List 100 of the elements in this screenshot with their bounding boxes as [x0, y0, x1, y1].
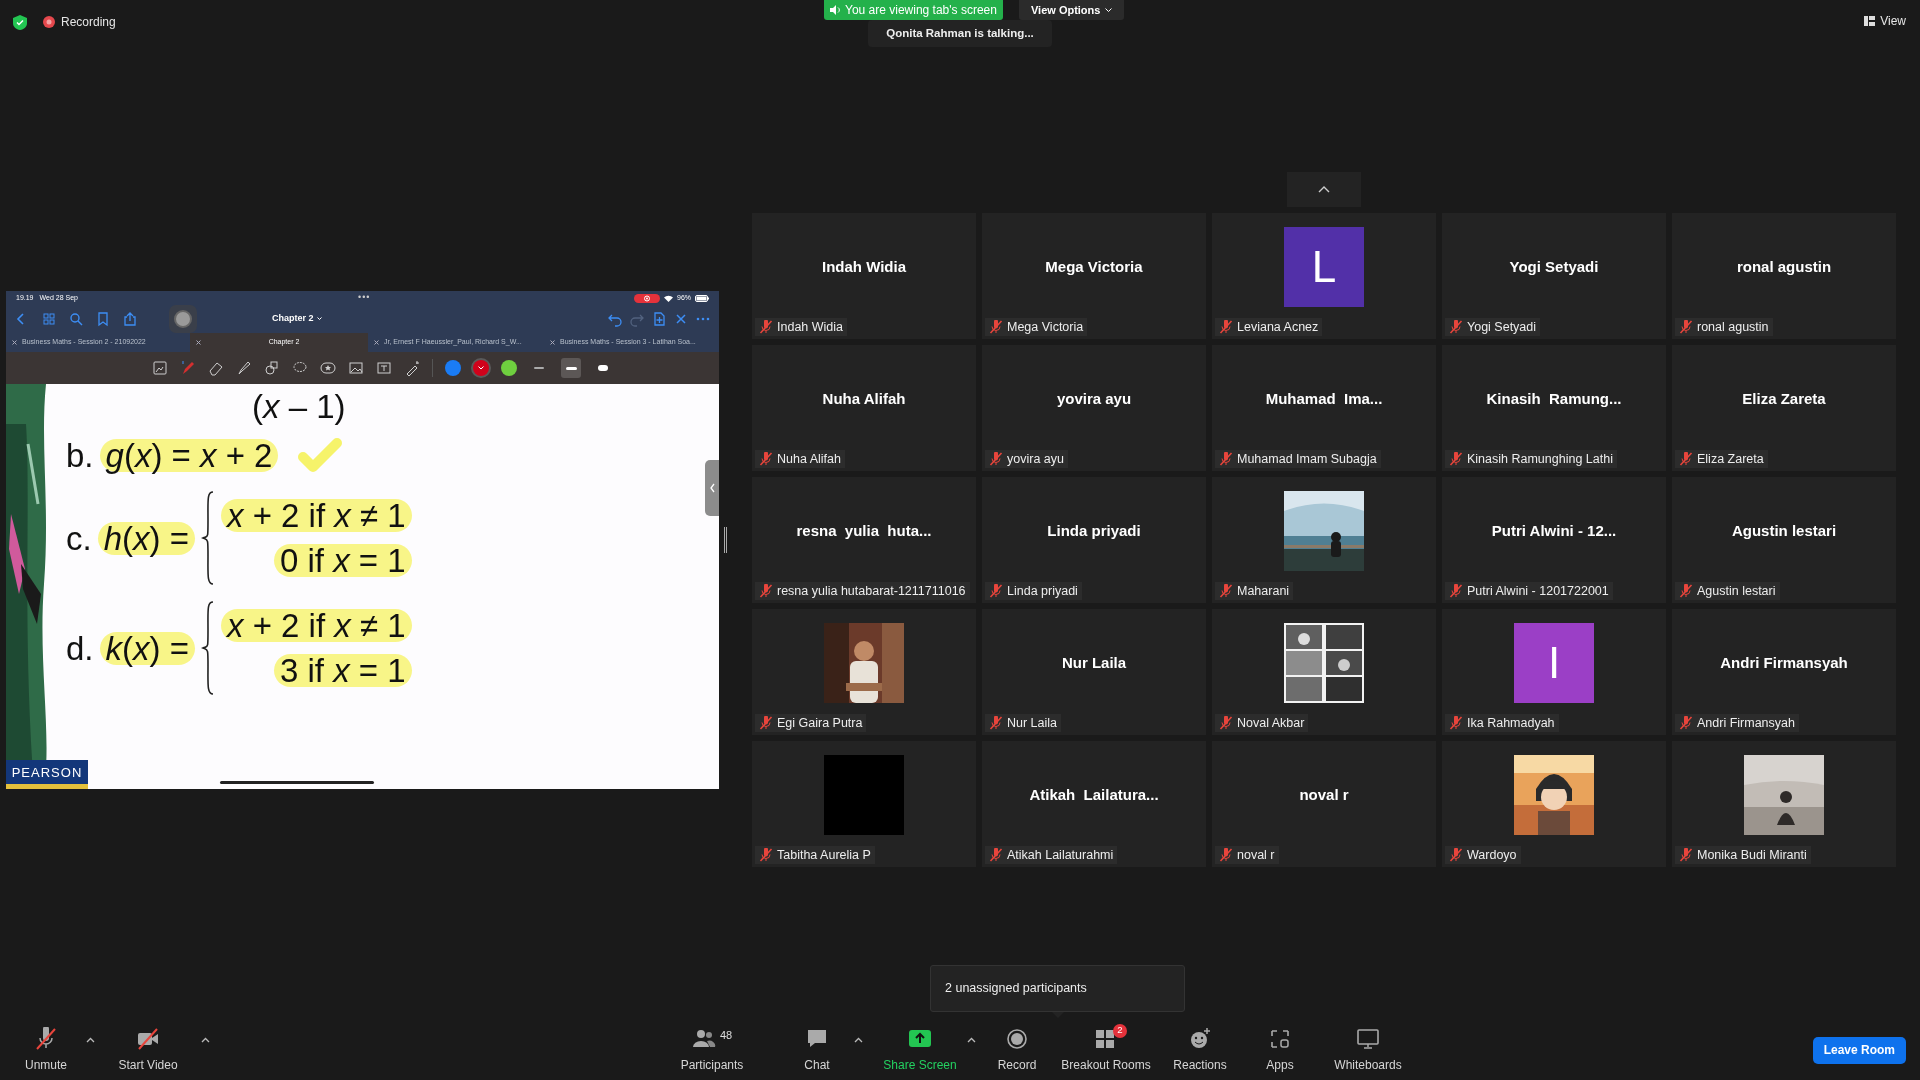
close-icon[interactable] — [196, 340, 201, 345]
close-icon[interactable] — [374, 340, 379, 345]
shapes-icon[interactable] — [264, 360, 280, 376]
sidebar-handle[interactable] — [705, 460, 719, 516]
participant-name: Kinasih Ramung... — [1486, 388, 1622, 409]
participant-name: yovira ayu — [1056, 388, 1132, 409]
video-tile[interactable]: Maharani — [1212, 477, 1436, 603]
toolbar-button[interactable]: Unmute — [10, 1025, 82, 1075]
toolbar-button[interactable]: Whiteboards — [1322, 1025, 1414, 1075]
view-layout-icon — [1864, 16, 1876, 26]
close-icon[interactable] — [550, 340, 555, 345]
name-label: Eliza Zareta — [1675, 450, 1768, 468]
name-label: Muhamad Imam Subagja — [1215, 450, 1381, 468]
toolbar-button[interactable]: Start Video — [99, 1025, 197, 1075]
toolbar-button[interactable]: Record — [986, 1025, 1048, 1075]
document-title[interactable]: Chapter 2 — [272, 312, 322, 326]
video-tile[interactable]: I Ika Rahmadyah — [1442, 609, 1666, 735]
participant-count: 48 — [719, 1027, 733, 1043]
toolbar-button[interactable]: Apps — [1252, 1025, 1308, 1075]
caret-icon — [1105, 7, 1113, 13]
video-tile[interactable]: ronal agustin ronal agustin — [1672, 213, 1896, 339]
text-box-icon[interactable] — [376, 360, 392, 376]
toolbar-button[interactable]: 48 Participants — [664, 1025, 760, 1075]
line-width-option[interactable] — [561, 358, 581, 378]
video-tile[interactable]: Nuha Alifah Nuha Alifah — [752, 345, 976, 471]
recording-label: Recording — [61, 14, 116, 31]
add-page-icon[interactable] — [651, 311, 667, 327]
video-tile[interactable]: Putri Alwini - 12... Putri Alwini - 1201722001 — [1442, 477, 1666, 603]
participant-name: Atikah Lailatura... — [1029, 784, 1159, 805]
participant-name: Yogi Setyadi — [1509, 256, 1599, 277]
image-icon[interactable] — [348, 360, 364, 376]
video-tile[interactable]: Noval Akbar — [1212, 609, 1436, 735]
toolbar-button[interactable]: Chat — [784, 1025, 850, 1075]
caret-icon[interactable] — [86, 1037, 95, 1043]
sticker-icon[interactable] — [320, 360, 336, 376]
shield-icon — [13, 14, 27, 30]
participant-name: ronal agustin — [1736, 256, 1832, 277]
recording-dot-icon — [43, 16, 55, 28]
video-camera-icon — [136, 1026, 160, 1051]
laser-pointer-icon[interactable] — [404, 360, 420, 376]
bookmark-icon[interactable] — [95, 311, 111, 327]
video-tile[interactable]: yovira ayu yovira ayu — [982, 345, 1206, 471]
math-expression: g(x) = x + 2 — [99, 438, 279, 472]
splitter-handle[interactable] — [724, 527, 727, 553]
video-tile[interactable]: Kinasih Ramung... Kinasih Ramunghing Lathi — [1442, 345, 1666, 471]
video-tile[interactable]: L Leviana Acnez — [1212, 213, 1436, 339]
video-tile[interactable]: Eliza Zareta Eliza Zareta — [1672, 345, 1896, 471]
toolbar-button[interactable]: Share Screen — [877, 1025, 963, 1075]
lasso-image-icon[interactable] — [152, 360, 168, 376]
view-button[interactable]: View — [1864, 12, 1906, 30]
caret-icon[interactable] — [967, 1037, 976, 1043]
pen-color-swatch[interactable] — [445, 360, 461, 376]
video-tile[interactable]: Tabitha Aurelia P — [752, 741, 976, 867]
participant-name: Agustin lestari — [1731, 520, 1837, 541]
video-tile[interactable]: Egi Gaira Putra — [752, 609, 976, 735]
video-tile[interactable]: Atikah Lailatura... Atikah Lailaturahmi — [982, 741, 1206, 867]
math-case: 0 if x = 1 — [273, 544, 412, 577]
pen-color-swatch[interactable] — [473, 360, 489, 376]
pen-color-swatch[interactable] — [501, 360, 517, 376]
battery-icon — [695, 294, 709, 302]
pen-icon[interactable] — [180, 360, 196, 376]
name-label: Maharani — [1215, 582, 1294, 600]
toolbar-button[interactable]: Reactions — [1164, 1025, 1236, 1075]
name-label: Putri Alwini - 1201722001 — [1445, 582, 1613, 600]
leave-room-button[interactable]: Leave Room — [1812, 1036, 1906, 1064]
participant-name: Linda priyadi — [1047, 520, 1141, 541]
video-tile[interactable]: noval r noval r — [1212, 741, 1436, 867]
caret-icon[interactable] — [854, 1037, 863, 1043]
video-tile[interactable]: Mega Victoria Mega Victoria — [982, 213, 1206, 339]
video-tile[interactable]: Yogi Setyadi Yogi Setyadi — [1442, 213, 1666, 339]
caret-icon[interactable] — [201, 1037, 210, 1043]
participant-name: Nuha Alifah — [822, 388, 906, 409]
participant-name: noval r — [1299, 784, 1349, 805]
highlighter-icon[interactable] — [236, 360, 252, 376]
assistive-touch-icon[interactable] — [169, 305, 197, 333]
grid-icon[interactable] — [41, 311, 57, 327]
toolbar-button[interactable]: 2 Breakout Rooms — [1052, 1025, 1160, 1075]
wifi-icon — [664, 294, 673, 302]
video-tile[interactable]: Nur Laila Nur Laila — [982, 609, 1206, 735]
video-tile[interactable]: Agustin lestari Agustin lestari — [1672, 477, 1896, 603]
name-label: Indah Widia — [755, 318, 847, 336]
publisher-logo: PEARSON — [6, 760, 88, 789]
search-icon[interactable] — [68, 311, 84, 327]
participant-name: Mega Victoria — [1045, 256, 1143, 277]
view-options-button[interactable]: View Options — [1018, 0, 1125, 20]
video-tile[interactable]: Muhamad Ima... Muhamad Imam Subagja — [1212, 345, 1436, 471]
name-label: noval r — [1215, 846, 1279, 864]
item-label: b. — [66, 438, 94, 472]
video-tile[interactable]: Monika Budi Miranti — [1672, 741, 1896, 867]
close-icon[interactable] — [12, 340, 17, 345]
math-case: 3 if x = 1 — [273, 654, 412, 687]
video-tile[interactable]: Andri Firmansyah Andri Firmansyah — [1672, 609, 1896, 735]
video-tile[interactable]: Wardoyo — [1442, 741, 1666, 867]
video-tile[interactable]: Indah Widia Indah Widia — [752, 213, 976, 339]
microphone-icon — [34, 1026, 58, 1051]
eraser-icon[interactable] — [208, 360, 224, 376]
name-label: Linda priyadi — [985, 582, 1082, 600]
share-icon[interactable] — [122, 311, 138, 327]
video-tile[interactable]: resna yulia huta... resna yulia hutabarat-1211711016 — [752, 477, 976, 603]
video-tile[interactable]: Linda priyadi Linda priyadi — [982, 477, 1206, 603]
